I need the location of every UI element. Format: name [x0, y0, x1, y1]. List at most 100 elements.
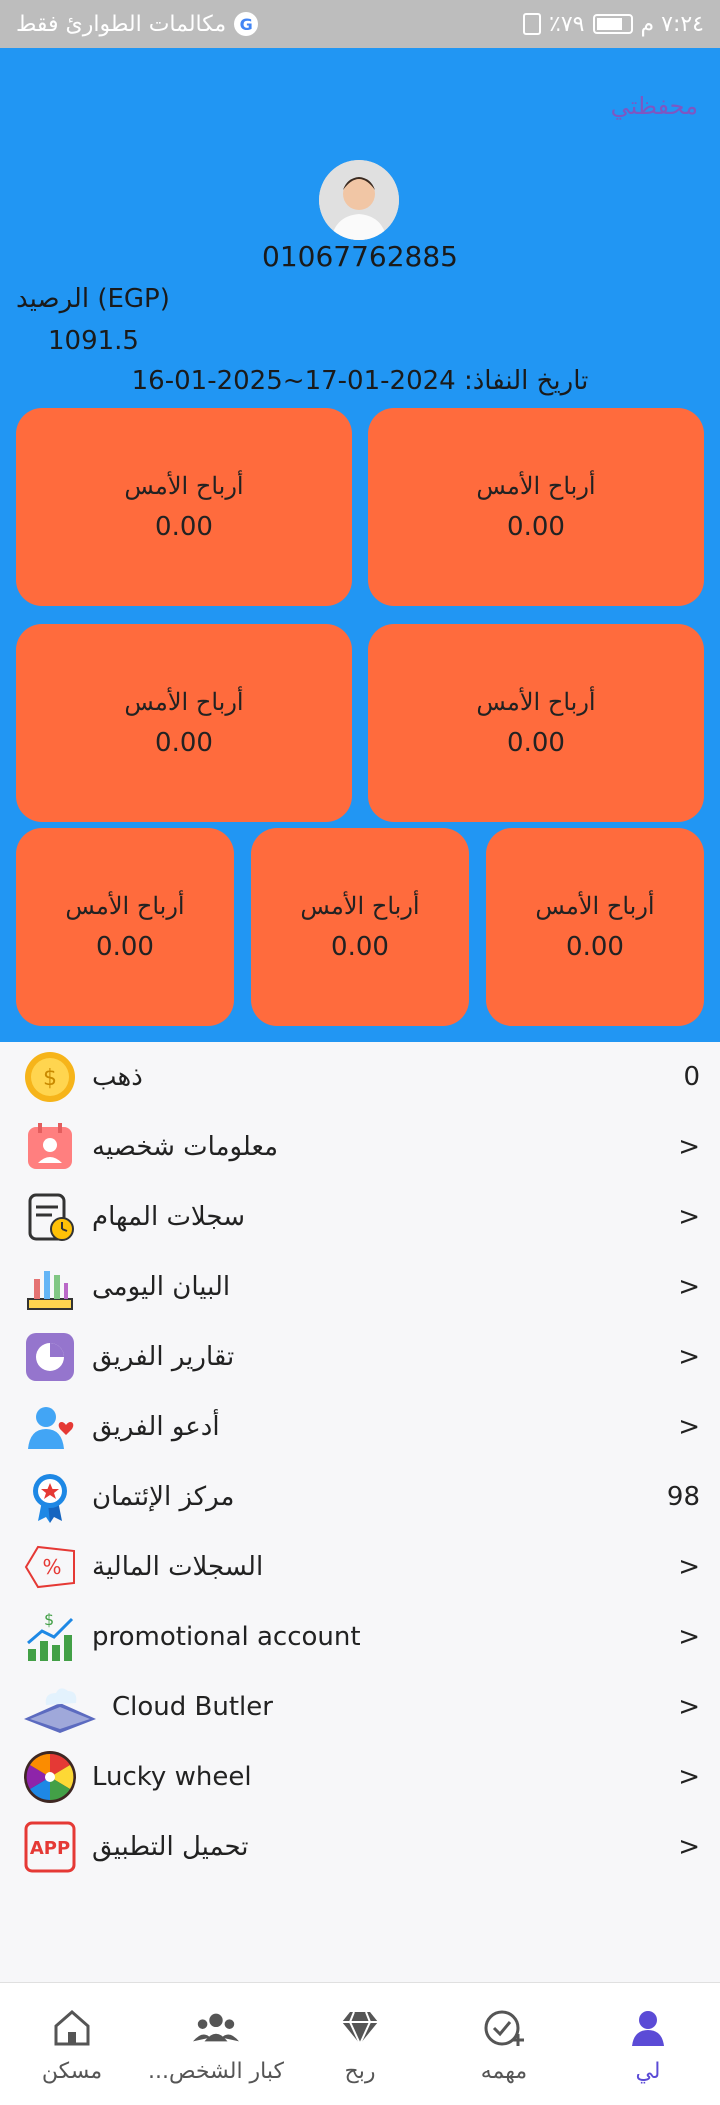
earnings-card[interactable]: أرباح الأمس 0.00: [486, 828, 704, 1026]
card-value: 0.00: [507, 728, 565, 758]
task-check-icon: [481, 2005, 527, 2051]
menu-row-cloud[interactable]: Cloud Butler >: [0, 1672, 720, 1742]
menu-label: تحميل التطبيق: [92, 1832, 249, 1862]
menu-label: Cloud Butler: [112, 1692, 273, 1722]
card-value: 0.00: [155, 728, 213, 758]
menu-row-invite[interactable]: أدعو الفريق >: [0, 1392, 720, 1462]
card-title: أرباح الأمس: [300, 892, 420, 920]
status-left: مكالمات الطوارئ فقط G: [16, 11, 259, 37]
chevron-right-icon: >: [678, 1832, 700, 1862]
nav-me[interactable]: لي: [576, 1983, 720, 2105]
nav-earn[interactable]: ربح: [288, 1983, 432, 2105]
menu-row-daily[interactable]: البيان اليومى >: [0, 1252, 720, 1322]
nav-label: مهمه: [480, 2058, 528, 2084]
percent-tag-icon: %: [20, 1537, 80, 1597]
app-download-icon: APP: [20, 1817, 80, 1877]
battery-icon: [592, 14, 633, 34]
nav-home[interactable]: مسكن: [0, 1983, 144, 2105]
chevron-right-icon: >: [678, 1272, 700, 1302]
lucky-wheel-icon: [20, 1747, 80, 1807]
sim-icon: [523, 13, 542, 35]
team-report-icon: [20, 1327, 80, 1387]
avatar[interactable]: [319, 160, 399, 240]
gold-coin-icon: $: [20, 1047, 80, 1107]
chevron-right-icon: >: [678, 1552, 700, 1582]
chevron-right-icon: >: [678, 1762, 700, 1792]
chevron-right-icon: >: [678, 1202, 700, 1232]
chevron-right-icon: >: [678, 1132, 700, 1162]
card-title: أرباح الأمس: [124, 472, 244, 500]
card-title: أرباح الأمس: [535, 892, 655, 920]
menu-label: Lucky wheel: [92, 1762, 252, 1792]
nav-label: مسكن: [41, 2058, 103, 2084]
menu-label: أدعو الفريق: [92, 1412, 220, 1442]
menu-row-lucky[interactable]: Lucky wheel >: [0, 1742, 720, 1812]
earnings-card[interactable]: أرباح الأمس 0.00: [16, 828, 234, 1026]
menu-row-gold[interactable]: $ ذهب 0: [0, 1042, 720, 1112]
card-value: 0.00: [155, 512, 213, 542]
earnings-card[interactable]: أرباح الأمس 0.00: [16, 408, 352, 606]
chevron-right-icon: >: [678, 1692, 700, 1722]
menu-label: مركز الإئتمان: [92, 1482, 235, 1512]
invite-team-icon: [20, 1397, 80, 1457]
menu-label: تقارير الفريق: [92, 1342, 235, 1372]
phone-number: 01067762885: [262, 240, 458, 273]
status-right: ٧:٢٤ م ٧٩٪: [523, 12, 704, 37]
svg-text:%: %: [42, 1555, 61, 1579]
card-title: أرباح الأمس: [65, 892, 185, 920]
home-icon: [49, 2005, 95, 2051]
card-value: 0.00: [566, 932, 624, 962]
chevron-right-icon: >: [678, 1412, 700, 1442]
menu-label: معلومات شخصيه: [92, 1132, 278, 1162]
profile-card-icon: [20, 1117, 80, 1177]
nav-label: ...كبار الشخص: [147, 2058, 284, 2084]
menu-label: سجلات المهام: [92, 1202, 246, 1232]
wallet-link[interactable]: محفظتي: [588, 92, 698, 126]
chevron-right-icon: >: [678, 1622, 700, 1652]
svg-text:APP: APP: [30, 1838, 70, 1859]
menu-row-finance[interactable]: % السجلات المالية >: [0, 1532, 720, 1602]
card-value: 0.00: [331, 932, 389, 962]
balance-label: الرصيد (EGP): [16, 284, 170, 314]
menu-row-task-log[interactable]: سجلات المهام >: [0, 1182, 720, 1252]
nav-team[interactable]: ...كبار الشخص: [144, 1983, 288, 2105]
nav-label: ربح: [344, 2058, 376, 2084]
nav-tasks[interactable]: مهمه: [432, 1983, 576, 2105]
menu-label: السجلات المالية: [92, 1552, 264, 1582]
menu-row-promo[interactable]: $ promotional account >: [0, 1602, 720, 1672]
carrier-text: مكالمات الطوارئ فقط: [16, 11, 227, 37]
clock: ٧:٢٤ م: [640, 11, 705, 37]
bottom-nav: مسكن ...كبار الشخص ربح مهمه لي: [0, 1982, 720, 2105]
menu-row-team-report[interactable]: تقارير الفريق >: [0, 1322, 720, 1392]
card-title: أرباح الأمس: [476, 688, 596, 716]
promo-chart-icon: $: [20, 1607, 80, 1667]
earnings-card[interactable]: أرباح الأمس 0.00: [368, 624, 704, 822]
card-value: 0.00: [96, 932, 154, 962]
menu-row-profile[interactable]: معلومات شخصيه >: [0, 1112, 720, 1182]
credit-badge-icon: [20, 1467, 80, 1527]
daily-chart-icon: [20, 1257, 80, 1317]
balance-value: 1091.5: [48, 326, 139, 356]
menu-value: 0: [683, 1062, 700, 1092]
earnings-card[interactable]: أرباح الأمس 0.00: [368, 408, 704, 606]
task-log-icon: [20, 1187, 80, 1247]
user-icon: [625, 2005, 671, 2051]
menu-row-download[interactable]: APP تحميل التطبيق >: [0, 1812, 720, 1882]
menu-row-credit[interactable]: مركز الإئتمان 98: [0, 1462, 720, 1532]
menu-list: $ ذهب 0 معلومات شخصيه > سجلات المهام > ا…: [0, 1042, 720, 1882]
diamond-icon: [337, 2005, 383, 2051]
card-value: 0.00: [507, 512, 565, 542]
menu-value: 98: [666, 1482, 700, 1512]
menu-label: ذهب: [92, 1062, 143, 1092]
menu-label: البيان اليومى: [92, 1272, 231, 1302]
earnings-card[interactable]: أرباح الأمس 0.00: [16, 624, 352, 822]
status-bar: مكالمات الطوارئ فقط G ٧:٢٤ م ٧٩٪: [0, 0, 720, 48]
card-title: أرباح الأمس: [476, 472, 596, 500]
validity-period: تاريخ النفاذ: 2024-01-17~2025-01-16: [131, 366, 589, 396]
battery-percent: ٧٩٪: [549, 11, 585, 37]
chevron-right-icon: >: [678, 1342, 700, 1372]
card-title: أرباح الأمس: [124, 688, 244, 716]
svg-text:$: $: [43, 1066, 57, 1091]
earnings-card[interactable]: أرباح الأمس 0.00: [251, 828, 469, 1026]
svg-text:$: $: [44, 1610, 54, 1629]
